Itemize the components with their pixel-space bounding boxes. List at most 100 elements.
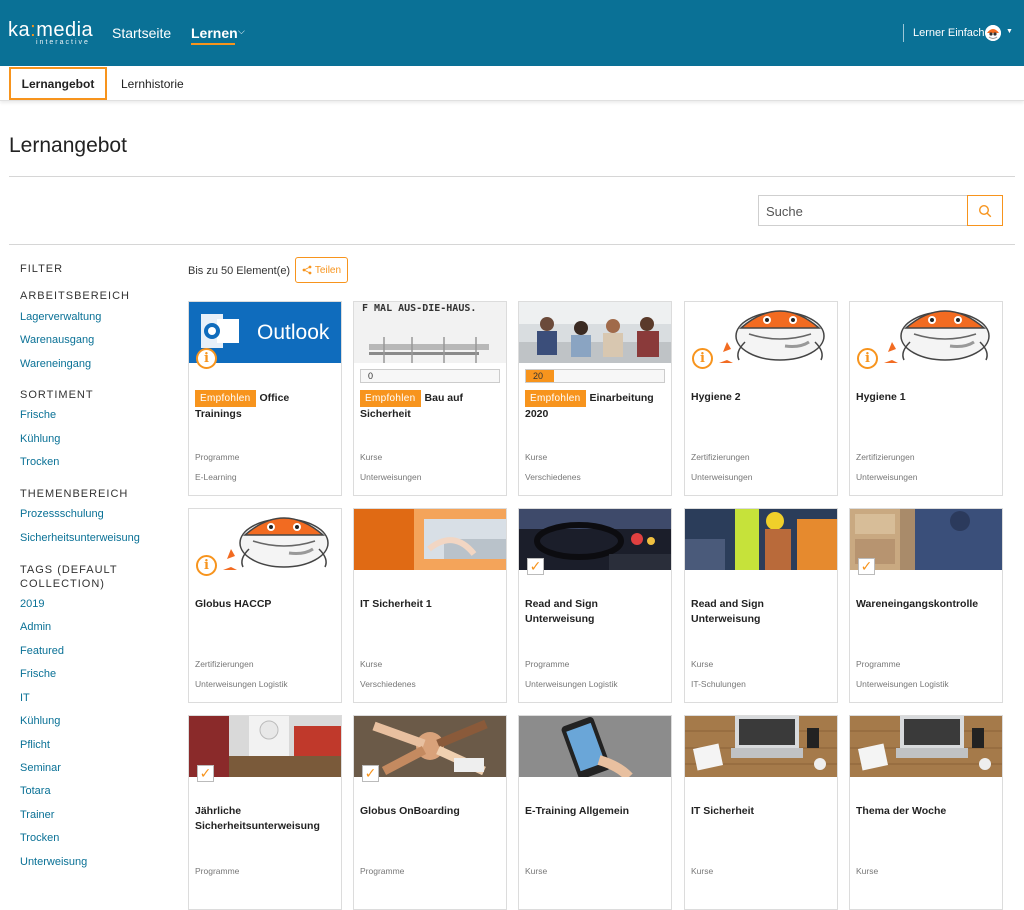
filter-link-tag[interactable]: Totara xyxy=(20,785,51,797)
course-card[interactable]: IT Sicherheit Kurse xyxy=(684,715,838,910)
course-card[interactable]: ✓ Wareneingangskontrolle Programme Unterwei… xyxy=(849,508,1003,703)
workers-photo-image xyxy=(685,509,837,570)
checkmark-icon: ✓ xyxy=(197,765,214,782)
course-card[interactable]: IT Sicherheit 1 Kurse Verschiedenes xyxy=(353,508,507,703)
filter-link-prozessschulung[interactable]: Prozessschulung xyxy=(20,508,104,520)
filter-link-sicherheitsunterweisung[interactable]: Sicherheitsunterweisung xyxy=(20,532,140,544)
course-title-text: Thema der Woche xyxy=(856,805,947,817)
filter-link-tag[interactable]: 2019 xyxy=(20,598,44,610)
filter-link-trocken[interactable]: Trocken xyxy=(20,456,59,468)
course-card-image[interactable] xyxy=(685,716,837,777)
course-title[interactable]: E-Training Allgemein xyxy=(525,804,667,819)
course-card[interactable]: ✓ Globus OnBoarding Programme xyxy=(353,715,507,910)
recommended-badge: Empfohlen xyxy=(360,390,421,407)
filter-link-tag[interactable]: Trocken xyxy=(20,832,59,844)
course-title[interactable]: Globus OnBoarding xyxy=(360,804,502,819)
page-title: Lernangebot xyxy=(9,134,127,157)
course-card[interactable]: ✓ Read and Sign Unterweisung Programme Unte… xyxy=(518,508,672,703)
course-category: IT-Schulungen xyxy=(691,679,746,689)
course-type: Kurse xyxy=(691,659,714,669)
course-title[interactable]: Wareneingangskontrolle xyxy=(856,597,998,612)
filter-link-tag[interactable]: IT xyxy=(20,692,30,704)
course-card-image[interactable] xyxy=(519,302,671,363)
caret-down-icon[interactable]: ▼ xyxy=(1006,28,1013,35)
course-title[interactable]: Jährliche Sicherheitsunterweisung xyxy=(195,804,337,834)
filter-link-tag[interactable]: Trainer xyxy=(20,809,54,821)
course-title[interactable]: Empfohlen Office Trainings xyxy=(195,390,337,422)
course-type: Kurse xyxy=(691,866,714,876)
filter-link-wareneingang[interactable]: Wareneingang xyxy=(20,358,91,370)
course-card-image[interactable] xyxy=(354,509,506,570)
filter-link-kuehlung[interactable]: Kühlung xyxy=(20,433,60,445)
course-title[interactable]: Thema der Woche xyxy=(856,804,998,819)
progress-bar: 0 xyxy=(360,369,500,383)
course-card[interactable]: i Globus HACCP Zertifizierungen Unterweisun… xyxy=(188,508,342,703)
course-title[interactable]: IT Sicherheit 1 xyxy=(360,597,502,612)
course-title[interactable]: Empfohlen Einarbeitung 2020 xyxy=(525,390,667,422)
search-input[interactable]: Suche xyxy=(758,195,968,226)
filter-link-tag[interactable]: Featured xyxy=(20,645,64,657)
filter-heading-tags: TAGS (DEFAULT COLLECTION) xyxy=(20,564,118,590)
share-icon xyxy=(302,265,312,275)
kamedia-logo[interactable]: ka:media interactive xyxy=(8,20,93,46)
recommended-badge: Empfohlen xyxy=(195,390,256,407)
avatar[interactable] xyxy=(985,25,1001,41)
course-card[interactable]: Read and Sign Unterweisung Kurse IT-Schulu… xyxy=(684,508,838,703)
course-card[interactable]: i Hygiene 2 Zertifizierungen Unterweisungen xyxy=(684,301,838,496)
course-type: Programme xyxy=(360,866,405,876)
course-title[interactable]: Read and Sign Unterweisung xyxy=(525,597,667,627)
filter-link-tag[interactable]: Seminar xyxy=(20,762,61,774)
course-card[interactable]: ✓ Jährliche Sicherheitsunterweisung Progra… xyxy=(188,715,342,910)
filter-heading-arbeitsbereich: ARBEITSBEREICH xyxy=(20,290,130,302)
filter-link-lagerverwaltung[interactable]: Lagerverwaltung xyxy=(20,311,101,323)
course-type: Zertifizierungen xyxy=(195,659,254,669)
filter-link-tag[interactable]: Pflicht xyxy=(20,739,50,751)
tab-lernangebot[interactable]: Lernangebot xyxy=(9,67,107,100)
result-count: Bis zu 50 Element(e) xyxy=(188,265,291,277)
course-title[interactable]: Hygiene 2 xyxy=(691,390,833,405)
course-title-text: Read and Sign Unterweisung xyxy=(525,598,598,625)
course-card[interactable]: 20 Empfohlen Einarbeitung 2020 Kurse Verschi… xyxy=(518,301,672,496)
filter-heading-themenbereich: THEMENBEREICH xyxy=(20,488,129,500)
filter-link-tag[interactable]: Unterweisung xyxy=(20,856,87,868)
user-menu-name[interactable]: Lerner Einfach xyxy=(913,27,985,39)
sign-photo-image: F MAL AUS-DIE-HAUS. xyxy=(354,302,506,363)
course-category: Unterweisungen xyxy=(856,472,918,482)
filter-link-tag[interactable]: Frische xyxy=(20,668,56,680)
nav-lernen[interactable]: Lernen xyxy=(191,25,238,41)
course-card-image[interactable] xyxy=(685,509,837,570)
filter-link-tag[interactable]: Kühlung xyxy=(20,715,60,727)
tab-lernhistorie[interactable]: Lernhistorie xyxy=(121,77,184,91)
course-category: Verschiedenes xyxy=(525,472,581,482)
course-card[interactable]: Outlook i Empfohlen Office Trainings Progra… xyxy=(188,301,342,496)
course-title[interactable]: IT Sicherheit xyxy=(691,804,833,819)
course-title-text: IT Sicherheit xyxy=(691,805,755,817)
course-card[interactable]: i Hygiene 1 Zertifizierungen Unterweisungen xyxy=(849,301,1003,496)
course-title[interactable]: Globus HACCP xyxy=(195,597,337,612)
course-card[interactable]: E-Training Allgemein Kurse xyxy=(518,715,672,910)
course-card[interactable]: Thema der Woche Kurse xyxy=(849,715,1003,910)
share-button[interactable]: Teilen xyxy=(295,257,348,283)
divider xyxy=(9,244,1015,245)
chevron-down-icon[interactable]: ⌵ xyxy=(238,26,245,37)
top-navigation-bar: ka:media interactive Startseite Lernen ⌵… xyxy=(0,0,1024,66)
office-meeting-image xyxy=(519,302,671,363)
course-card-image[interactable] xyxy=(850,716,1002,777)
course-type: Programme xyxy=(525,659,570,669)
course-title[interactable]: Hygiene 1 xyxy=(856,390,998,405)
course-card-image[interactable]: F MAL AUS-DIE-HAUS. xyxy=(354,302,506,363)
course-title-text: Jährliche Sicherheitsunterweisung xyxy=(195,805,320,832)
course-title[interactable]: Read and Sign Unterweisung xyxy=(691,597,833,627)
search-button[interactable] xyxy=(967,195,1003,226)
course-category: E-Learning xyxy=(195,472,237,482)
course-card-image[interactable] xyxy=(519,716,671,777)
course-type: Programme xyxy=(856,659,901,669)
filter-link-tag[interactable]: Admin xyxy=(20,621,51,633)
filter-link-warenausgang[interactable]: Warenausgang xyxy=(20,334,94,346)
nav-startseite[interactable]: Startseite xyxy=(112,25,171,41)
course-card[interactable]: F MAL AUS-DIE-HAUS. 0 Empfohlen Bau auf Si… xyxy=(353,301,507,496)
course-title[interactable]: Empfohlen Bau auf Sicherheit xyxy=(360,390,502,422)
filter-link-frische[interactable]: Frische xyxy=(20,409,56,421)
laptop-desk-image xyxy=(850,716,1002,777)
course-category: Verschiedenes xyxy=(360,679,416,689)
